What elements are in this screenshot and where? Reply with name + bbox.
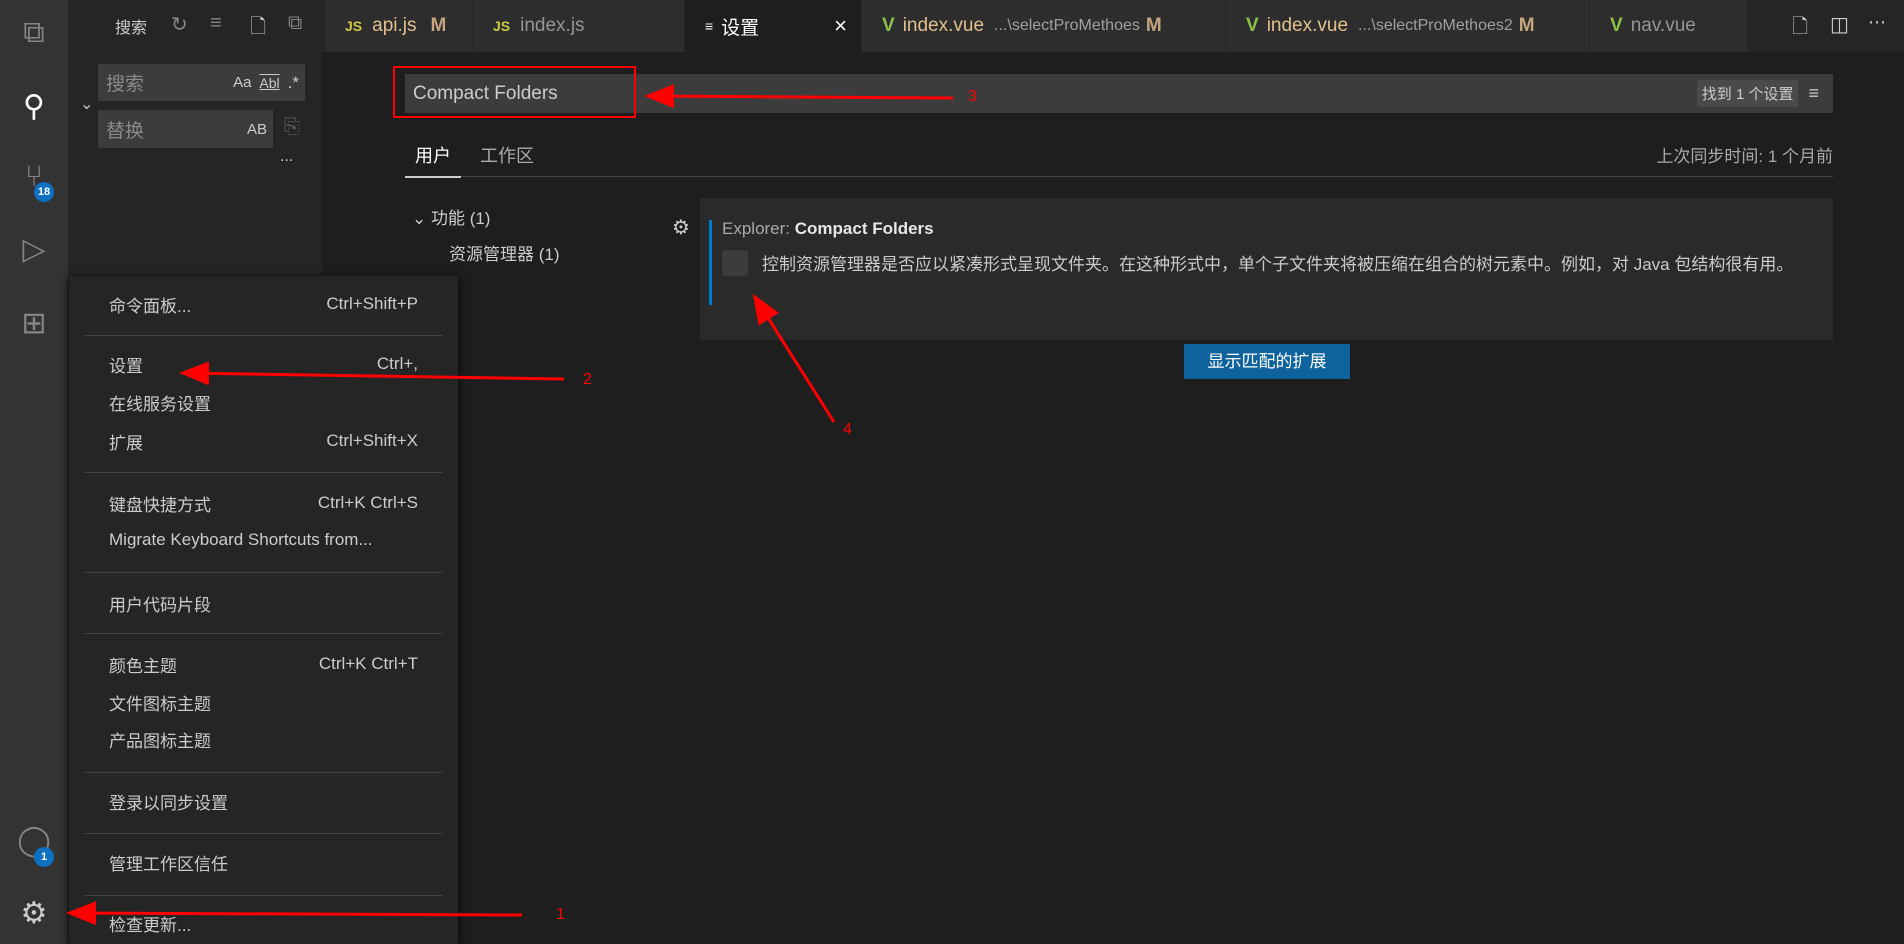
annotation-label-3: 3 (968, 88, 977, 105)
annotation-arrow-2 (179, 361, 565, 386)
annotation-arrow-3 (644, 84, 954, 109)
annotation-arrow-1 (66, 901, 523, 926)
annotation-label-4: 4 (843, 421, 852, 438)
annotation-arrow-4 (752, 293, 836, 423)
annotation-label-1: 1 (556, 906, 565, 923)
annotation-label-2: 2 (583, 371, 592, 388)
annotation-arrows (66, 84, 954, 926)
